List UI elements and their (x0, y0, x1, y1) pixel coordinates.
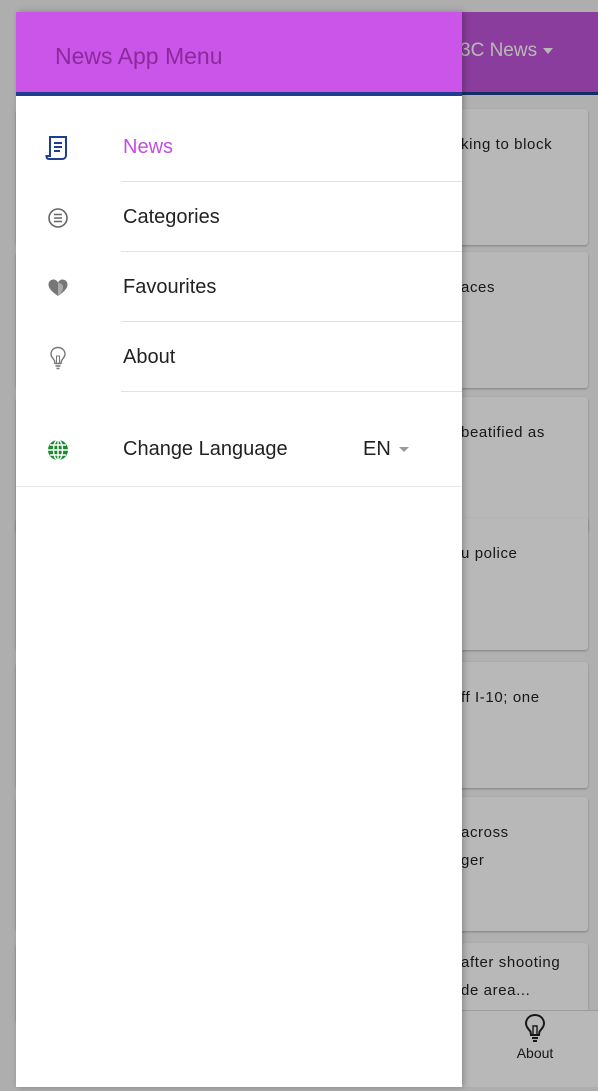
globe-icon (42, 434, 74, 466)
menu-divider (121, 391, 462, 392)
drawer-header-rule (16, 92, 462, 96)
drawer-title: News App Menu (55, 43, 223, 69)
change-language-row: Change Language EN (16, 412, 462, 487)
lightbulb-icon (42, 342, 74, 374)
menu-item-label: News (123, 136, 174, 158)
change-language-label: Change Language (123, 438, 288, 460)
news-icon (42, 132, 74, 164)
menu-item-favourites[interactable]: Favourites (16, 252, 462, 322)
app-root: 3C News king to block aces beatified as … (0, 0, 598, 1091)
language-select[interactable]: EN (363, 438, 409, 461)
heart-icon (42, 272, 74, 304)
menu-item-label: Categories (123, 206, 220, 228)
menu-item-news[interactable]: News (16, 112, 462, 182)
menu-item-label: About (123, 346, 176, 368)
menu-item-label: Favourites (123, 276, 217, 298)
nav-drawer: News App Menu News Categories Favourites (16, 12, 462, 1087)
list-icon (42, 202, 74, 234)
menu-item-categories[interactable]: Categories (16, 182, 462, 252)
drawer-header: News App Menu (16, 12, 462, 94)
language-value: EN (363, 438, 391, 460)
chevron-down-icon (398, 447, 409, 453)
menu-item-about[interactable]: About (16, 322, 462, 392)
